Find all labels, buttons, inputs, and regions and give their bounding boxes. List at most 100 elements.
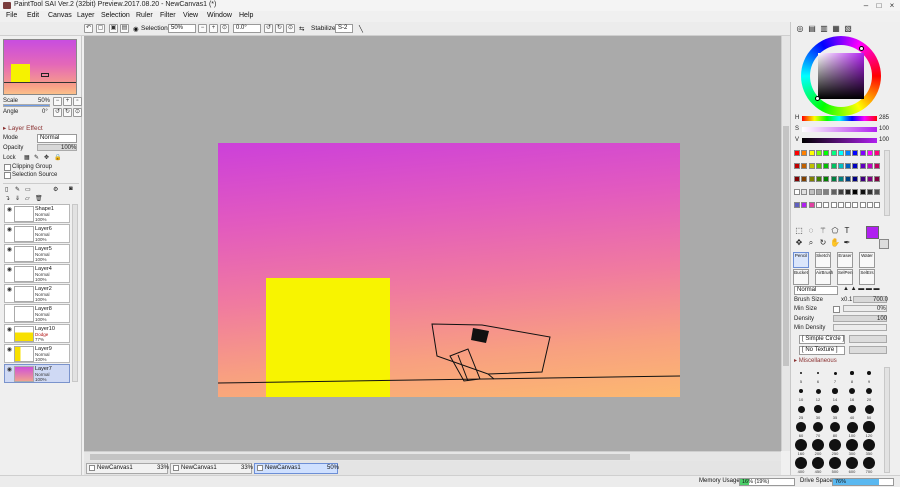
brush-size-scrollbar[interactable] bbox=[884, 367, 890, 473]
sv-marker[interactable] bbox=[815, 96, 820, 101]
brush-size-dot[interactable] bbox=[833, 371, 837, 375]
visibility-eye-icon[interactable]: ◉ bbox=[6, 287, 13, 294]
color-swatch[interactable] bbox=[830, 150, 837, 156]
water-tool[interactable]: Water bbox=[859, 252, 875, 268]
zoom-in-icon[interactable]: + bbox=[209, 24, 218, 33]
layer-properties-icon[interactable]: ⚙ bbox=[53, 186, 58, 193]
brush-size-dot[interactable] bbox=[867, 371, 871, 375]
brush-shape-round-icon[interactable]: ▲ ▲ ▬ ▬ ▬ bbox=[843, 286, 880, 292]
layer-mask-icon[interactable]: ◙ bbox=[69, 186, 73, 192]
color-swatch[interactable] bbox=[815, 189, 822, 195]
brush-size-dot[interactable] bbox=[829, 457, 841, 469]
menu-edit[interactable]: Edit bbox=[27, 12, 39, 19]
nav-rotate-reset-icon[interactable]: ⊙ bbox=[73, 108, 82, 117]
airbrush-tool[interactable]: AirBrush bbox=[815, 269, 833, 285]
saturation-slider[interactable] bbox=[802, 127, 877, 132]
color-swatch[interactable] bbox=[815, 163, 822, 169]
magic-wand-icon[interactable]: ⚚ bbox=[818, 226, 828, 236]
hue-slider[interactable] bbox=[802, 116, 877, 121]
brush-shape-strength[interactable] bbox=[849, 335, 887, 343]
close-icon[interactable]: × bbox=[886, 1, 898, 10]
angle-select[interactable]: 0.0° bbox=[233, 24, 261, 33]
color-swatch[interactable] bbox=[874, 202, 881, 208]
brush-size-dot[interactable] bbox=[795, 457, 807, 469]
color-swatch[interactable] bbox=[830, 163, 837, 169]
eyedropper-icon[interactable]: ✒ bbox=[842, 238, 852, 248]
brush-size-dot[interactable] bbox=[831, 405, 839, 413]
color-swatch[interactable] bbox=[852, 150, 859, 156]
color-swatch[interactable] bbox=[852, 163, 859, 169]
color-swatch[interactable] bbox=[852, 202, 859, 208]
brush-size-dot[interactable] bbox=[846, 439, 858, 451]
secondary-color-swatch[interactable] bbox=[879, 239, 889, 249]
line-tool-icon[interactable]: ╲ bbox=[359, 25, 363, 33]
bucket-tool[interactable]: Bucket bbox=[793, 269, 809, 285]
min-size-checkbox[interactable] bbox=[833, 306, 840, 313]
brush-size-dot[interactable] bbox=[812, 439, 824, 451]
brush-size-dot[interactable] bbox=[814, 405, 822, 413]
brush-size-dot[interactable] bbox=[796, 422, 806, 432]
lock-transparency-icon[interactable]: ▦ bbox=[24, 154, 30, 161]
rotate-right-icon[interactable]: ↻ bbox=[275, 24, 284, 33]
scratchpad-tab-icon[interactable]: ▧ bbox=[843, 24, 853, 34]
menu-help[interactable]: Help bbox=[239, 12, 253, 19]
brush-size-dot[interactable] bbox=[798, 388, 804, 394]
eraser-tool[interactable]: Eraser bbox=[837, 252, 853, 268]
brush-shape-select[interactable]: [ Simple Circle ] bbox=[799, 335, 845, 344]
artwork-canvas[interactable] bbox=[218, 143, 680, 397]
color-swatch[interactable] bbox=[808, 202, 815, 208]
deselect-icon[interactable]: ▢ bbox=[96, 24, 105, 33]
color-swatch[interactable] bbox=[808, 189, 815, 195]
color-swatch[interactable] bbox=[794, 202, 800, 208]
color-wheel-tab-icon[interactable]: ◎ bbox=[795, 24, 805, 34]
lock-paint-icon[interactable]: ✎ bbox=[34, 154, 39, 161]
clear-icon[interactable]: ▣ bbox=[109, 24, 118, 33]
canvas-tab-active[interactable]: NewCanvas1 50% bbox=[254, 463, 339, 474]
horizontal-scrollbar[interactable] bbox=[84, 451, 781, 461]
undo-icon[interactable]: ↶ bbox=[84, 24, 93, 33]
color-swatch[interactable] bbox=[823, 150, 830, 156]
selection-source-checkbox[interactable] bbox=[4, 172, 11, 179]
color-swatch[interactable] bbox=[823, 163, 830, 169]
brush-texture-strength[interactable] bbox=[849, 346, 887, 354]
visibility-eye-icon[interactable]: ◉ bbox=[6, 247, 13, 254]
brush-size-dot[interactable] bbox=[846, 421, 858, 433]
brush-size-dot[interactable] bbox=[850, 371, 854, 375]
vertical-scroll-thumb[interactable] bbox=[783, 126, 789, 366]
min-density-slider[interactable] bbox=[833, 324, 887, 331]
nav-rotate-left-icon[interactable]: ↺ bbox=[53, 108, 62, 117]
nav-zoom-fit-icon[interactable]: ▫ bbox=[73, 97, 82, 106]
color-swatch[interactable] bbox=[801, 163, 808, 169]
menu-filter[interactable]: Filter bbox=[160, 12, 176, 19]
menu-canvas[interactable]: Canvas bbox=[48, 12, 72, 19]
rgb-slider-tab-icon[interactable]: ▤ bbox=[807, 24, 817, 34]
menu-selection[interactable]: Selection bbox=[101, 12, 130, 19]
layer-item[interactable]: ◉ Shape1 Normal 100% bbox=[4, 204, 70, 223]
brush-mode-select[interactable]: Normal bbox=[794, 286, 838, 295]
lock-move-icon[interactable]: ✥ bbox=[44, 154, 49, 161]
canvas-tab[interactable]: NewCanvas1 33% bbox=[170, 463, 253, 474]
color-swatch[interactable] bbox=[845, 176, 852, 182]
color-swatch[interactable] bbox=[867, 150, 873, 156]
stabilizer-select[interactable]: S-2 bbox=[335, 24, 353, 33]
visibility-eye-icon[interactable]: ◉ bbox=[6, 207, 13, 214]
color-swatch[interactable] bbox=[808, 163, 815, 169]
hue-ring[interactable] bbox=[801, 36, 881, 116]
menu-window[interactable]: Window bbox=[207, 12, 232, 19]
brush-size-dot[interactable] bbox=[863, 439, 875, 451]
zoom-out-icon[interactable]: − bbox=[198, 24, 207, 33]
zoom-select[interactable]: 50% bbox=[168, 24, 196, 33]
color-swatch[interactable] bbox=[859, 189, 866, 195]
scale-slider[interactable] bbox=[3, 104, 50, 107]
layer-item[interactable]: ◉ Layer5 Normal 100% bbox=[4, 244, 70, 263]
brush-texture-select[interactable]: [ No Texture ] bbox=[799, 346, 845, 355]
layer-item[interactable]: ◉ Layer4 Normal 100% bbox=[4, 264, 70, 283]
layer-item[interactable]: ◉ Layer10 Dodge 77% bbox=[4, 324, 70, 343]
color-swatch[interactable] bbox=[867, 189, 873, 195]
visibility-eye-icon[interactable]: ◉ bbox=[6, 227, 13, 234]
color-swatch[interactable] bbox=[801, 176, 808, 182]
brush-size-dot[interactable] bbox=[816, 371, 820, 375]
color-swatch[interactable] bbox=[823, 202, 830, 208]
brush-size-dot[interactable] bbox=[813, 422, 823, 432]
layers-scrollbar[interactable] bbox=[72, 204, 78, 382]
